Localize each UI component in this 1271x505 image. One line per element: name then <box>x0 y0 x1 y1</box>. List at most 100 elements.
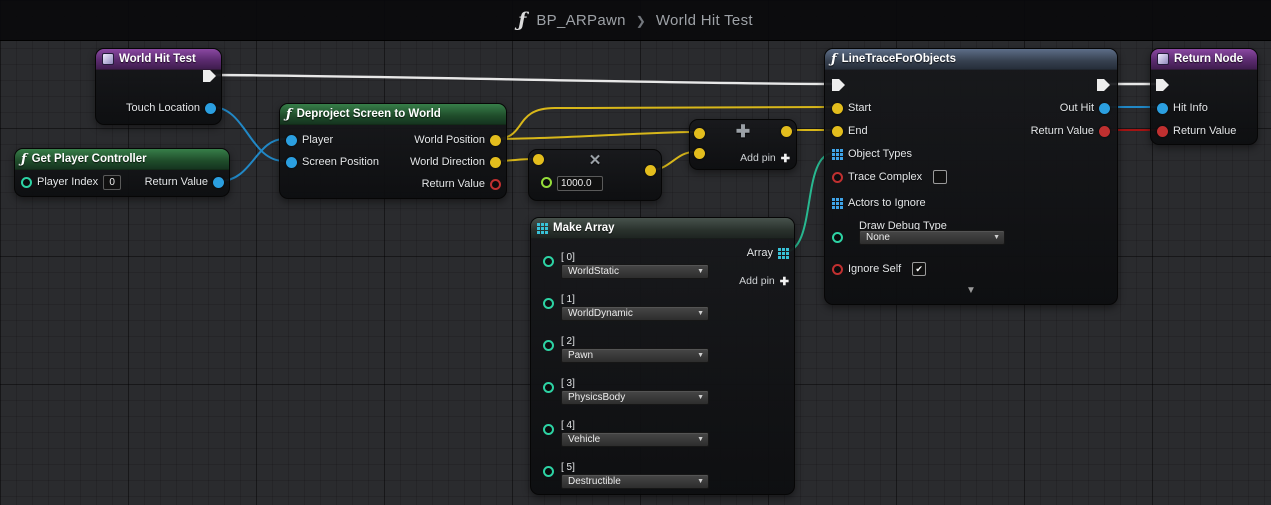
add-in-b-pin[interactable] <box>694 148 705 159</box>
node-title: Get Player Controller <box>31 153 147 165</box>
array-element-pin[interactable] <box>543 466 554 477</box>
return-value-label: Return Value <box>421 178 485 190</box>
object-type-dropdown[interactable]: Destructible ▼ <box>561 474 709 489</box>
end-pin[interactable] <box>832 125 843 137</box>
node-header-return[interactable]: Return Node <box>1151 49 1257 70</box>
multiply-out-pin[interactable] <box>645 165 656 176</box>
return-value-label: Return Value <box>1173 125 1237 137</box>
world-direction-label: World Direction <box>410 156 485 168</box>
array-element-pin[interactable] <box>543 298 554 309</box>
dropdown-value: WorldStatic <box>568 266 619 277</box>
return-value-pin[interactable] <box>490 178 501 190</box>
pin-row-actors-to-ignore: Actors to Ignore <box>832 195 926 211</box>
exec-out-pin[interactable] <box>203 70 216 82</box>
chevron-down-icon: ▼ <box>697 352 704 359</box>
world-position-pin[interactable] <box>490 134 501 146</box>
node-world-hit-test[interactable]: World Hit Test Touch Location <box>95 48 222 125</box>
world-position-label: World Position <box>414 134 485 146</box>
breadcrumb-separator-icon: ❯ <box>635 13 646 28</box>
exec-in-pin[interactable] <box>832 79 845 91</box>
node-deproject-screen-to-world[interactable]: ƒ Deproject Screen to World Player World… <box>279 103 507 199</box>
chevron-down-icon: ▼ <box>697 478 704 485</box>
start-pin[interactable] <box>832 102 843 114</box>
node-header-deproject[interactable]: ƒ Deproject Screen to World <box>280 104 506 125</box>
exec-out-pin[interactable] <box>1097 79 1110 91</box>
wire-exec-entry-to-linetrace[interactable] <box>211 73 834 86</box>
touch-location-label: Touch Location <box>126 102 200 114</box>
function-icon: ƒ <box>286 106 292 122</box>
pin-row-ignore-self: Ignore Self ✔ <box>832 261 927 277</box>
object-types-label: Object Types <box>848 148 912 160</box>
return-value-pin[interactable] <box>213 176 224 188</box>
array-element-pin[interactable] <box>543 382 554 393</box>
player-index-pin[interactable] <box>21 176 32 188</box>
multiply-float-in-pin[interactable] <box>541 177 552 188</box>
end-label: End <box>848 125 868 137</box>
array-element-row: [ 2] Pawn ▼ <box>543 335 709 363</box>
node-multiply[interactable]: ✕ <box>528 149 662 201</box>
array-element-pin[interactable] <box>543 424 554 435</box>
node-return[interactable]: Return Node Hit Info Return Value <box>1150 48 1258 145</box>
node-header-line-trace[interactable]: ƒ LineTraceForObjects <box>825 49 1117 70</box>
touch-location-pin[interactable] <box>205 102 216 114</box>
blueprint-graph-canvas[interactable]: World Hit Test Touch Location ƒ Get Play… <box>0 0 1271 505</box>
trace-complex-pin[interactable] <box>832 171 843 183</box>
node-line-trace-for-objects[interactable]: ƒ LineTraceForObjects Start End Object T… <box>824 48 1118 305</box>
object-type-dropdown[interactable]: Vehicle ▼ <box>561 432 709 447</box>
draw-debug-type-dropdown[interactable]: None ▼ <box>859 230 1005 245</box>
world-direction-pin[interactable] <box>490 156 501 168</box>
wire-worldposition-to-add[interactable] <box>494 131 695 140</box>
object-types-pin[interactable] <box>832 148 843 160</box>
draw-debug-type-pin[interactable] <box>832 232 843 243</box>
ignore-self-label: Ignore Self <box>848 263 902 275</box>
add-out-pin[interactable] <box>781 126 792 137</box>
start-label: Start <box>848 102 872 114</box>
object-type-dropdown[interactable]: Pawn ▼ <box>561 348 709 363</box>
actors-to-ignore-pin[interactable] <box>832 197 843 209</box>
node-get-player-controller[interactable]: ƒ Get Player Controller Player Index Ret… <box>14 148 230 197</box>
array-element-row: [ 5] Destructible ▼ <box>543 461 709 489</box>
array-index-label: [ 3] <box>561 378 575 389</box>
breadcrumb-root[interactable]: BP_ARPawn <box>536 12 625 29</box>
screen-position-pin[interactable] <box>286 156 297 168</box>
hit-info-pin[interactable] <box>1157 102 1168 114</box>
function-icon: ƒ <box>831 51 837 67</box>
breadcrumb-current[interactable]: World Hit Test <box>656 12 753 29</box>
trace-complex-checkbox[interactable] <box>933 170 948 184</box>
return-value-pin[interactable] <box>1157 125 1168 137</box>
multiply-vector-in-pin[interactable] <box>533 154 544 165</box>
array-output-label: Array <box>746 247 773 259</box>
dropdown-value: WorldDynamic <box>568 308 633 319</box>
node-make-array[interactable]: Make Array Array Add pin ✚ [ 0] WorldSta… <box>530 217 795 495</box>
add-in-a-pin[interactable] <box>694 128 705 139</box>
exec-in-pin[interactable] <box>1156 79 1169 91</box>
node-add[interactable]: ✚ Add pin ✚ <box>689 119 797 170</box>
array-output-pin[interactable] <box>778 247 789 259</box>
array-element-pin[interactable] <box>543 340 554 351</box>
return-value-pin[interactable] <box>1099 125 1110 137</box>
ignore-self-checkbox[interactable]: ✔ <box>912 262 927 276</box>
object-type-dropdown[interactable]: PhysicsBody ▼ <box>561 390 709 405</box>
array-element-pin[interactable] <box>543 256 554 267</box>
function-icon: ƒ <box>21 151 27 167</box>
add-pin-row[interactable]: Add pin ✚ <box>739 273 789 289</box>
ignore-self-pin[interactable] <box>832 263 843 275</box>
pin-row-out-hit: Out Hit <box>1060 100 1110 116</box>
out-hit-pin[interactable] <box>1099 102 1110 114</box>
multiply-value-input[interactable] <box>557 176 603 191</box>
actors-to-ignore-label: Actors to Ignore <box>848 197 926 209</box>
array-index-label: [ 4] <box>561 420 575 431</box>
node-header-get-player-controller[interactable]: ƒ Get Player Controller <box>15 149 229 170</box>
pin-row: Player World Position <box>286 132 501 148</box>
node-header-world-hit-test[interactable]: World Hit Test <box>96 49 221 70</box>
add-pin-row[interactable]: Add pin ✚ <box>740 150 790 166</box>
collapse-node-arrow[interactable]: ▼ <box>825 285 1117 296</box>
function-result-icon <box>1157 53 1169 65</box>
node-title: World Hit Test <box>119 53 196 65</box>
player-index-input[interactable] <box>103 174 122 190</box>
node-header-make-array[interactable]: Make Array <box>531 218 794 239</box>
player-pin[interactable] <box>286 134 297 146</box>
object-type-dropdown[interactable]: WorldStatic ▼ <box>561 264 709 279</box>
object-type-dropdown[interactable]: WorldDynamic ▼ <box>561 306 709 321</box>
pin-row-return-value: Return Value <box>1157 123 1236 139</box>
